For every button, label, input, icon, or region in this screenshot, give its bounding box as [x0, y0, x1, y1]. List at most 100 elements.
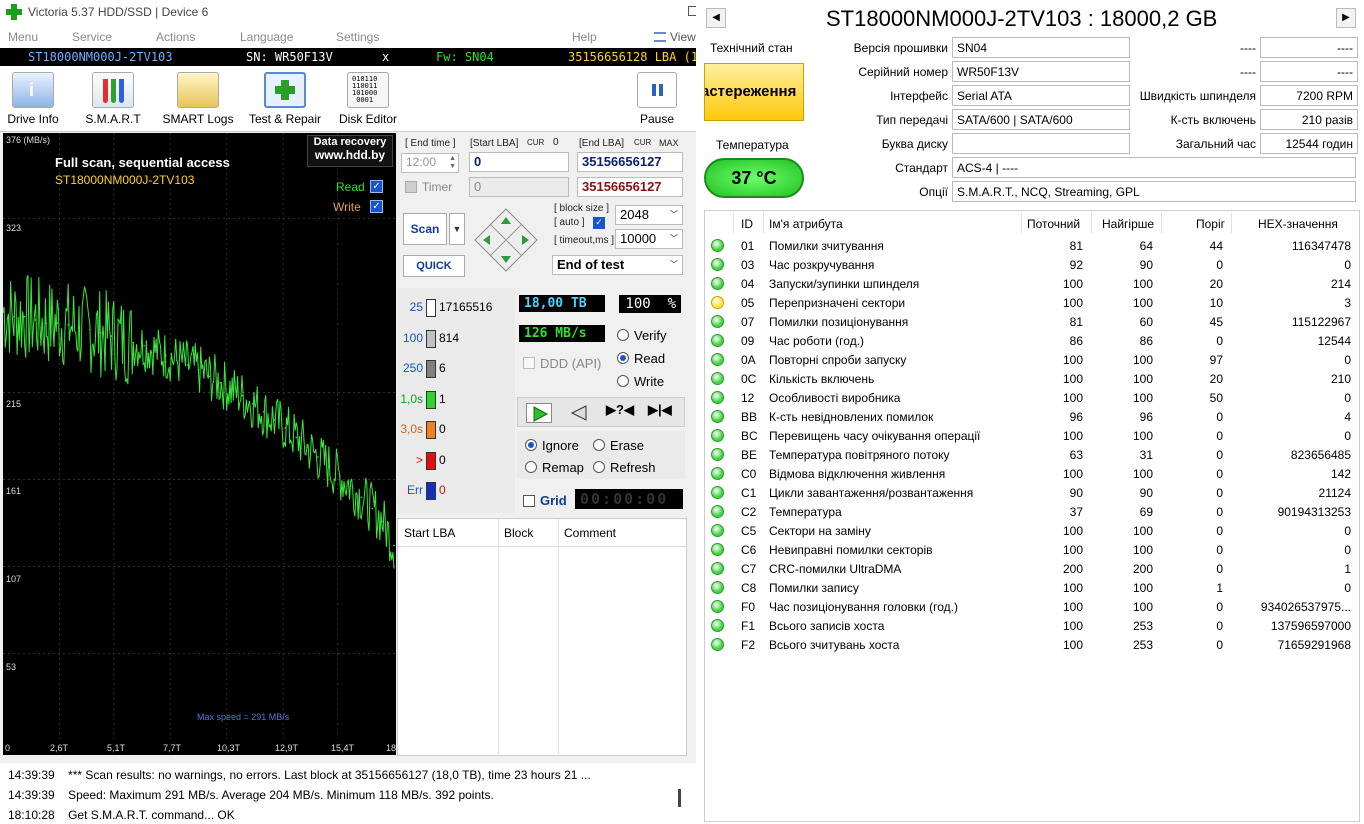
cur-value[interactable]: 0 [553, 137, 559, 148]
block-size-select[interactable]: 2048 ﹀ [615, 205, 683, 225]
cur2-label[interactable]: CUR [634, 138, 651, 147]
smart-attribute-row[interactable]: 01 Помилки зчитування 81 64 44 116347478 [705, 237, 1359, 256]
smart-attribute-row[interactable]: 0A Повторні спроби запуску 100 100 97 0 [705, 351, 1359, 370]
smart-attribute-row[interactable]: C0 Відмова відключення живлення 100 100 0 142 [705, 465, 1359, 484]
menu-item[interactable]: View [670, 30, 696, 44]
smart-attribute-row[interactable]: 12 Особливості виробника 100 100 50 0 [705, 389, 1359, 408]
rewind-icon[interactable] [566, 403, 592, 423]
drive-field-value[interactable]: S.M.A.R.T., NCQ, Streaming, GPL [952, 181, 1356, 202]
smart-attribute-row[interactable]: 03 Час розкручування 92 90 0 0 [705, 256, 1359, 275]
timeout-select[interactable]: 10000 ﹀ [615, 229, 683, 249]
end-time-field[interactable]: 12:00 ▲ ▼ [401, 153, 459, 173]
grid-checkbox[interactable] [523, 495, 535, 507]
end-lba2-field[interactable]: 35156656127 [577, 177, 683, 197]
column-header[interactable]: ID [741, 217, 753, 231]
ignore-radio[interactable]: Ignore [525, 438, 579, 453]
menu-item[interactable]: Service [72, 30, 112, 44]
column-header[interactable]: Поточний [1027, 217, 1080, 231]
smart-attribute-row[interactable]: 05 Перепризначені сектори 100 100 10 3 [705, 294, 1359, 313]
auto-checkbox[interactable]: ✓ [593, 217, 605, 229]
disk-editor-button[interactable]: 010110 110011 101000 0001 Disk Editor [336, 72, 400, 126]
drive-field-value[interactable]: 210 разів [1260, 109, 1358, 130]
drive-field-value[interactable] [952, 133, 1130, 154]
drive-field-value[interactable]: Serial ATA [952, 85, 1130, 106]
verify-radio[interactable]: Verify [617, 328, 667, 343]
drive-field-value[interactable]: SN04 [952, 37, 1130, 58]
attribute-id: C2 [741, 505, 757, 519]
drive-field-value[interactable]: 7200 RPM [1260, 85, 1358, 106]
column-header[interactable]: Ім'я атрибута [769, 217, 843, 231]
column-header[interactable]: Найгірше [1102, 217, 1154, 231]
test-repair-button[interactable]: Test & Repair [246, 72, 324, 126]
latency-count: 814 [439, 330, 460, 345]
menu-item[interactable]: Help [572, 30, 597, 44]
speed-point [360, 496, 363, 499]
smart-button[interactable]: S.M.A.R.T [82, 72, 144, 126]
timer-checkbox[interactable] [405, 181, 417, 193]
drive-field-value[interactable]: ---- [1260, 37, 1358, 58]
column-header[interactable]: Start LBA [404, 526, 455, 540]
drive-info-button[interactable]: i Drive Info [4, 72, 62, 126]
smart-attribute-row[interactable]: C5 Сектори на заміну 100 100 0 0 [705, 522, 1359, 541]
close-device-button[interactable]: x [382, 50, 389, 64]
menu-item[interactable]: Settings [336, 30, 379, 44]
smart-attribute-row[interactable]: C2 Температура 37 69 0 90194313253 [705, 503, 1359, 522]
smart-attribute-row[interactable]: C8 Помилки запису 100 100 1 0 [705, 579, 1359, 598]
promo-box[interactable]: Data recovery www.hdd.by [307, 135, 393, 167]
pause-button[interactable]: Pause [634, 72, 680, 126]
menu-item[interactable]: Language [240, 30, 293, 44]
smart-attribute-row[interactable]: C6 Невиправні помилки секторів 100 100 0 0 [705, 541, 1359, 560]
smart-logs-button[interactable]: SMART Logs [162, 72, 234, 126]
quick-button[interactable]: QUICK [403, 255, 465, 277]
direction-pad[interactable] [473, 207, 539, 273]
prev-drive-button[interactable]: ◀ [706, 8, 726, 28]
smart-attribute-row[interactable]: BC Перевищень часу очікування операції 100… [705, 427, 1359, 446]
drive-field-value[interactable]: WR50F13V [952, 61, 1130, 82]
ddd-checkbox[interactable] [523, 357, 535, 369]
device-model[interactable]: ST18000NM000J-2TV103 [28, 50, 173, 64]
start-lba-field[interactable]: 0 [469, 152, 569, 172]
end-of-test-select[interactable]: End of test ﹀ [552, 255, 683, 275]
log-scrollbar[interactable] [678, 789, 681, 807]
attribute-worst: 90 [1139, 486, 1153, 500]
write-checkbox[interactable]: ✓ [370, 200, 383, 213]
smart-attribute-row[interactable]: BB К-сть невідновлених помилок 96 96 0 4 [705, 408, 1359, 427]
menu-item[interactable]: Actions [156, 30, 195, 44]
smart-attribute-row[interactable]: 04 Запуски/зупинки шпинделя 100 100 20 214 [705, 275, 1359, 294]
end-lba-field[interactable]: 35156656127 [577, 152, 683, 172]
erase-radio[interactable]: Erase [593, 438, 644, 453]
scan-dropdown-button[interactable]: ▼ [449, 213, 465, 245]
drive-field-value[interactable]: ---- [1260, 61, 1358, 82]
smart-attribute-row[interactable]: C7 CRC-помилки UltraDMA 200 200 0 1 [705, 560, 1359, 579]
smart-attribute-row[interactable]: BE Температура повітряного потоку 63 31 0 823… [705, 446, 1359, 465]
max-label[interactable]: MAX [659, 138, 679, 148]
refresh-radio[interactable]: Refresh [593, 460, 656, 475]
drive-field-value[interactable]: SATA/600 | SATA/600 [952, 109, 1130, 130]
drive-field-value[interactable]: ACS-4 | ---- [952, 157, 1356, 178]
smart-attribute-row[interactable]: F2 Всього зчитувань хоста 100 253 0 716592919… [705, 636, 1359, 655]
smart-attribute-row[interactable]: 0C Кількість включень 100 100 20 210 [705, 370, 1359, 389]
read-radio[interactable]: Read [617, 351, 665, 366]
play-icon[interactable] [526, 403, 552, 423]
smart-attribute-row[interactable]: 07 Помилки позиціонування 81 60 45 115122967 [705, 313, 1359, 332]
scan-button[interactable]: Scan [403, 213, 447, 245]
column-header[interactable]: Comment [564, 526, 616, 540]
column-header[interactable]: HEX-значення [1258, 217, 1338, 231]
read-checkbox[interactable]: ✓ [370, 180, 383, 193]
smart-attribute-row[interactable]: F0 Час позиціонування головки (год.) 100 10… [705, 598, 1359, 617]
remap-radio[interactable]: Remap [525, 460, 584, 475]
smart-attribute-row[interactable]: C1 Цикли завантаження/розвантаження 90 90 0 2… [705, 484, 1359, 503]
smart-attribute-row[interactable]: F1 Всього записів хоста 100 253 0 13759659700… [705, 617, 1359, 636]
column-header[interactable]: Block [504, 526, 533, 540]
next-drive-button[interactable]: ▶ [1336, 8, 1356, 28]
write-radio[interactable]: Write [617, 374, 664, 389]
menu-item[interactable]: Menu [8, 30, 38, 44]
column-header[interactable]: Поріг [1196, 217, 1225, 231]
scan-controls: [ End time ] [Start LBA] CUR 0 [End LBA]… [397, 133, 687, 513]
maximize-icon[interactable] [688, 6, 696, 16]
step-question-icon[interactable]: ▶?◀ [606, 402, 634, 418]
smart-attribute-row[interactable]: 09 Час роботи (год.) 86 86 0 12544 [705, 332, 1359, 351]
skip-icon[interactable]: ▶|◀ [648, 402, 672, 418]
timer-field[interactable]: 0 [469, 177, 569, 197]
drive-field-value[interactable]: 12544 годин [1260, 133, 1358, 154]
